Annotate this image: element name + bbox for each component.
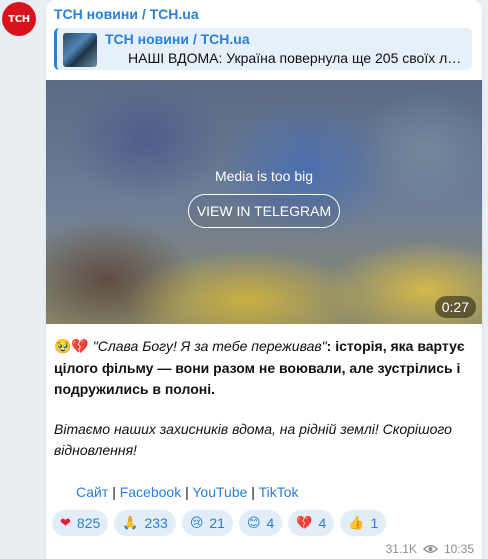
reaction-broken-heart[interactable]: 💔 4: [288, 510, 335, 536]
reaction-count: 4: [266, 515, 275, 531]
forwarded-thumbnail: [63, 33, 97, 67]
forwarded-preview[interactable]: ТСН новини / TCH.ua НАШІ ВДОМА: Україна …: [54, 28, 472, 70]
link-tiktok[interactable]: TikTok: [259, 484, 299, 500]
link-separator: |: [112, 484, 116, 500]
message-bubble: ТСН новини / TCH.ua ТСН новини / TCH.ua …: [46, 0, 482, 559]
media-too-big-label: Media is too big: [214, 168, 314, 184]
reaction-count: 825: [76, 515, 101, 531]
link-separator: |: [185, 484, 189, 500]
reaction-count: 4: [318, 515, 327, 531]
reaction-thumbs-up[interactable]: 👍 1: [340, 510, 387, 536]
eye-icon: [422, 545, 438, 553]
view-in-telegram-button[interactable]: VIEW IN TELEGRAM: [188, 194, 340, 228]
reaction-count: 21: [209, 515, 225, 531]
post-paragraph-2: Вітаємо наших захисників вдома, на рідні…: [54, 421, 452, 458]
forwarded-title: ТСН новини / TCH.ua: [105, 31, 250, 47]
pray-icon: 🙏: [122, 515, 139, 531]
paragraph-emojis: 🥹💔: [54, 339, 89, 355]
link-youtube[interactable]: YouTube: [192, 484, 247, 500]
reaction-pray[interactable]: 🙏 233: [114, 510, 176, 536]
video-duration: 0:27: [434, 296, 476, 318]
heart-icon: ❤: [60, 515, 71, 531]
reaction-smile[interactable]: 😊 4: [238, 510, 283, 536]
broken-heart-icon: 💔: [296, 515, 313, 531]
reaction-cry[interactable]: 😢 21: [181, 510, 233, 536]
message-time: 10:35: [443, 542, 474, 556]
crying-face-icon: 😢: [189, 515, 204, 531]
post-paragraph-1: 🥹💔 "Слава Богу! Я за тебе переживав": іс…: [54, 336, 470, 400]
link-facebook[interactable]: Facebook: [120, 484, 181, 500]
smiling-face-icon: 😊: [246, 515, 261, 531]
reaction-count: 1: [370, 515, 379, 531]
reactions-bar: ❤ 825 🙏 233 😢 21 😊 4 💔 4 👍 1: [52, 510, 387, 536]
paragraph-quote: "Слава Богу! Я за тебе переживав": [92, 338, 327, 354]
post-links: Сайт | Facebook | YouTube | TikTok: [76, 482, 488, 503]
message-meta: 31.1K 10:35: [386, 542, 474, 556]
reaction-heart[interactable]: ❤ 825: [52, 510, 109, 536]
channel-name[interactable]: ТСН новини / TCH.ua: [54, 6, 199, 22]
link-site[interactable]: Сайт: [76, 484, 108, 500]
media-placeholder[interactable]: Media is too big VIEW IN TELEGRAM 0:27: [46, 80, 482, 324]
forwarded-text: НАШІ ВДОМА: Україна повернула ще 205 сво…: [128, 50, 468, 66]
reaction-count: 233: [144, 515, 168, 531]
channel-avatar[interactable]: ТСН: [2, 2, 36, 36]
thumbs-up-icon: 👍: [348, 515, 365, 531]
link-separator: |: [251, 484, 255, 500]
view-count: 31.1K: [385, 542, 417, 556]
